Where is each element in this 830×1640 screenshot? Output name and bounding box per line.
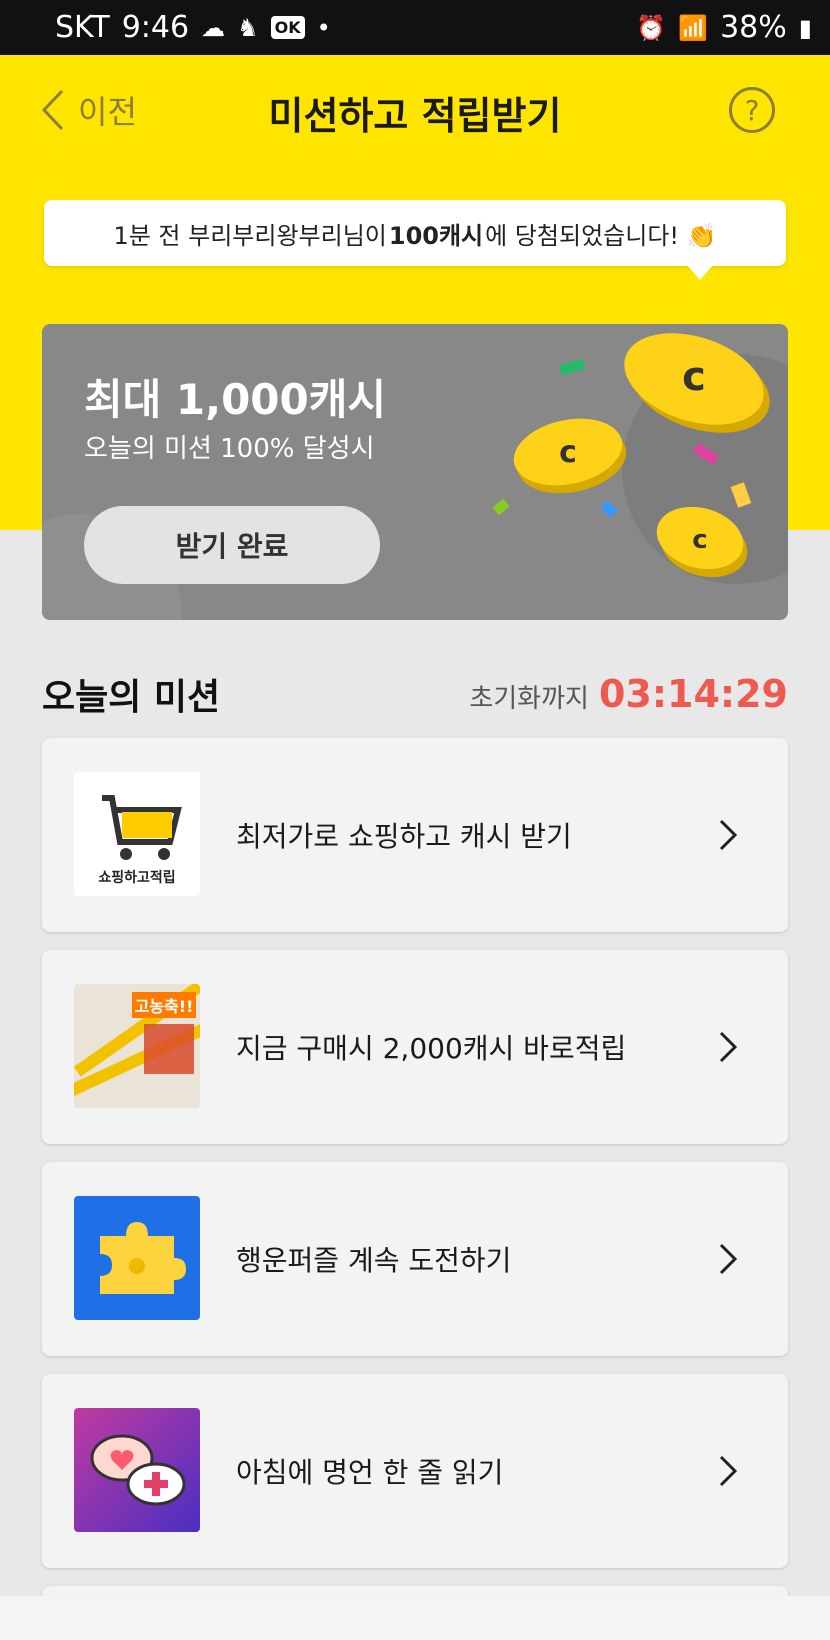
- carrier-label: SKT: [55, 10, 110, 45]
- timer-value: 03:14:29: [598, 672, 788, 716]
- coins-illustration: c c c: [492, 333, 770, 578]
- more-dot: •: [316, 13, 331, 42]
- svg-text:c: c: [682, 354, 706, 400]
- notification-icon: ♞: [237, 13, 259, 42]
- product-thumbnail: 고농축!!: [74, 984, 200, 1108]
- mission-item-shopping[interactable]: 쇼핑하고적립 최저가로 쇼핑하고 캐시 받기: [42, 738, 788, 932]
- chevron-right-icon: [719, 1455, 738, 1487]
- speech-bubbles-icon: [90, 1434, 186, 1506]
- mission-label: 최저가로 쇼핑하고 캐시 받기: [236, 820, 572, 853]
- wifi-icon: 📶: [678, 13, 709, 42]
- status-bar: SKT 9:46 ☁ ♞ OK • ⏰ 📶 38% ▮: [0, 0, 830, 55]
- promo-subtitle: 오늘의 미션 100% 달성시: [84, 434, 375, 464]
- ok-badge-icon: OK: [270, 16, 305, 39]
- svg-text:고농축!!: 고농축!!: [135, 997, 194, 1016]
- mission-item-purchase[interactable]: 고농축!! 지금 구매시 2,000캐시 바로적립: [42, 950, 788, 1144]
- svg-text:c: c: [692, 525, 707, 555]
- missions-title: 오늘의 미션: [42, 677, 221, 718]
- product-image: 고농축!!: [74, 984, 200, 1097]
- system-nav-bar: [0, 1596, 830, 1640]
- help-button[interactable]: ?: [729, 87, 775, 133]
- winner-notice: 1분 전 부리부리왕부리님이 100캐시 에 당첨되었습니다! 👏: [44, 200, 786, 266]
- promo-title: 최대 1,000캐시: [84, 375, 387, 424]
- tooltip-tail: [686, 264, 714, 280]
- cloud-icon: ☁: [201, 13, 226, 42]
- mission-label: 아침에 명언 한 줄 읽기: [236, 1456, 504, 1489]
- app-header: 이전 미션하고 적립받기 ?: [0, 55, 830, 170]
- reset-timer: 초기화까지 03:14:29: [469, 672, 788, 716]
- cart-icon: 쇼핑하고적립: [98, 795, 182, 886]
- winner-amount: 100캐시: [388, 221, 484, 250]
- clock: 9:46: [121, 10, 190, 45]
- mission-label: 지금 구매시 2,000캐시 바로적립: [236, 1032, 627, 1065]
- timer-label: 초기화까지: [469, 684, 589, 714]
- svg-text:c: c: [559, 435, 577, 470]
- promo-card: c c c 최대 1,000캐시 오늘의 미션 100% 달성시 받기 완료: [42, 324, 788, 620]
- alarm-icon: ⏰: [636, 13, 667, 42]
- winner-prefix: 1분 전 부리부리왕부리님이: [113, 221, 387, 250]
- chevron-right-icon: [719, 819, 738, 851]
- puzzle-icon: [100, 1222, 186, 1294]
- mission-item-puzzle[interactable]: 행운퍼즐 계속 도전하기: [42, 1162, 788, 1356]
- puzzle-thumbnail: [74, 1196, 200, 1320]
- mission-item-quote[interactable]: 아침에 명언 한 줄 읽기: [42, 1374, 788, 1568]
- quote-thumbnail: [74, 1408, 200, 1532]
- chevron-right-icon: [719, 1031, 738, 1063]
- svg-text:쇼핑하고적립: 쇼핑하고적립: [98, 869, 175, 886]
- missions-header: 오늘의 미션 초기화까지 03:14:29: [42, 668, 788, 720]
- page-title: 미션하고 적립받기: [268, 94, 562, 138]
- shopping-cart-thumbnail: 쇼핑하고적립: [74, 772, 200, 896]
- winner-suffix: 에 당첨되었습니다! 👏: [485, 221, 717, 250]
- question-icon: ?: [744, 93, 760, 127]
- battery-percent: 38%: [720, 10, 787, 45]
- battery-icon: ▮: [798, 13, 812, 42]
- mission-label: 행운퍼즐 계속 도전하기: [236, 1244, 512, 1277]
- chevron-right-icon: [719, 1243, 738, 1275]
- claim-complete-button[interactable]: 받기 완료: [84, 506, 380, 584]
